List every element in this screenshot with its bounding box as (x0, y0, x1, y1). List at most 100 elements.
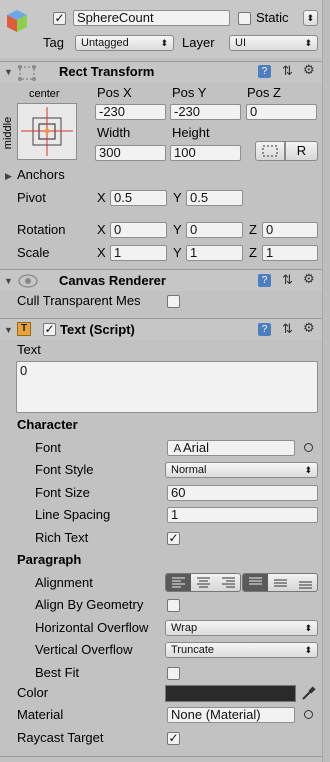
preset-icon[interactable]: ⇅ (282, 64, 293, 78)
horizontal-overflow-dropdown[interactable]: Wrap ⬍ (165, 620, 318, 636)
font-size-field[interactable]: 60 (167, 485, 318, 501)
gear-icon[interactable]: ⚙ (303, 63, 315, 77)
anchors-label[interactable]: Anchors (17, 167, 65, 183)
alignment-group-vertical (242, 573, 318, 592)
help-icon[interactable]: ? (258, 274, 271, 287)
width-label: Width (97, 125, 131, 140)
anchors-fold-arrow[interactable]: ▶ (5, 171, 12, 182)
height-field[interactable]: 100 (170, 145, 241, 161)
align-right-icon (222, 577, 235, 588)
eyedropper-icon[interactable] (300, 685, 316, 702)
pivot-x-label: X (97, 190, 106, 205)
help-icon[interactable]: ? (258, 65, 271, 78)
active-checkbox[interactable]: ✓ (53, 12, 66, 25)
static-label: Static (256, 10, 289, 25)
anchor-vertical-label: middle (2, 116, 15, 150)
rotation-z-label: Z (249, 222, 257, 237)
cull-transparent-checkbox[interactable] (167, 295, 180, 308)
gameobject-name-field[interactable]: SphereCount (73, 10, 230, 26)
material-field[interactable]: None (Material) (167, 707, 295, 723)
cube-icon (7, 10, 27, 32)
scale-y-label: Y (173, 245, 182, 260)
text-label: Text (17, 342, 41, 357)
align-bottom-button[interactable] (293, 574, 317, 591)
scale-z-label: Z (249, 245, 257, 260)
align-by-geometry-label: Align By Geometry (35, 597, 144, 612)
align-center-button[interactable] (191, 574, 216, 591)
align-by-geometry-checkbox[interactable] (167, 599, 180, 612)
blueprint-mode-button[interactable] (255, 141, 285, 161)
height-label: Height (172, 125, 210, 140)
rotation-x-field[interactable]: 0 (110, 222, 167, 238)
raycast-target-checkbox[interactable]: ✓ (167, 732, 180, 745)
scale-x-label: X (97, 245, 106, 260)
align-top-button[interactable] (243, 574, 268, 591)
rect-transform-title: Rect Transform (59, 64, 155, 79)
rotation-x-label: X (97, 222, 106, 237)
scale-z-field[interactable]: 1 (262, 245, 318, 261)
align-bottom-icon (299, 581, 312, 589)
gear-icon[interactable]: ⚙ (303, 321, 315, 335)
raw-edit-button[interactable]: R (285, 141, 318, 161)
static-dropdown[interactable]: ⬍ (303, 10, 318, 26)
layer-label: Layer (182, 35, 215, 50)
best-fit-checkbox[interactable] (167, 667, 180, 680)
pos-y-label: Pos Y (172, 85, 207, 100)
pivot-x-field[interactable]: 0.5 (110, 190, 167, 206)
rect-transform-header[interactable] (0, 61, 322, 83)
align-right-button[interactable] (216, 574, 240, 591)
preset-icon[interactable]: ⇅ (282, 322, 293, 336)
eye-icon (18, 274, 38, 288)
anchor-presets-button[interactable] (17, 103, 77, 160)
static-checkbox[interactable] (238, 12, 251, 25)
rotation-z-field[interactable]: 0 (262, 222, 318, 238)
line-spacing-field[interactable]: 1 (167, 507, 318, 523)
anchor-horizontal-label: center (29, 88, 60, 100)
character-header: Character (17, 417, 78, 432)
line-spacing-label: Line Spacing (35, 507, 111, 522)
text-enabled-checkbox[interactable]: ✓ (43, 323, 56, 336)
align-middle-button[interactable] (268, 574, 293, 591)
inspector-scrollbar[interactable] (322, 0, 330, 762)
pos-y-field[interactable]: -230 (170, 104, 241, 120)
pos-x-field[interactable]: -230 (95, 104, 166, 120)
pos-z-field[interactable]: 0 (246, 104, 317, 120)
help-icon[interactable]: ? (258, 323, 271, 336)
rotation-y-field[interactable]: 0 (186, 222, 243, 238)
material-label: Material (17, 707, 64, 722)
layer-dropdown[interactable]: UI ⬍ (229, 35, 318, 51)
pivot-y-label: Y (173, 190, 182, 205)
text-script-fold-arrow[interactable]: ▼ (4, 325, 13, 335)
rect-transform-fold-arrow[interactable]: ▼ (4, 67, 13, 77)
vertical-overflow-dropdown[interactable]: Truncate ⬍ (165, 642, 318, 658)
scale-x-field[interactable]: 1 (110, 245, 167, 261)
font-field[interactable]: ＡArial (167, 440, 295, 456)
preset-icon[interactable]: ⇅ (282, 273, 293, 287)
alignment-label: Alignment (35, 575, 93, 590)
align-center-icon (197, 577, 210, 588)
font-style-dropdown[interactable]: Normal ⬍ (165, 462, 318, 478)
object-picker-icon[interactable] (304, 443, 313, 452)
tag-dropdown[interactable]: Untagged ⬍ (75, 35, 174, 51)
horizontal-overflow-label: Horizontal Overflow (35, 620, 149, 635)
gear-icon[interactable]: ⚙ (303, 272, 315, 286)
rich-text-checkbox[interactable]: ✓ (167, 532, 180, 545)
text-area[interactable]: 0 (16, 361, 318, 413)
color-label: Color (17, 685, 49, 700)
width-field[interactable]: 300 (95, 145, 166, 161)
pivot-y-field[interactable]: 0.5 (186, 190, 243, 206)
rotation-label: Rotation (17, 222, 66, 237)
font-label: Font (35, 440, 62, 455)
object-picker-icon[interactable] (304, 710, 313, 719)
alignment-group-horizontal (165, 573, 241, 592)
pivot-label: Pivot (17, 190, 46, 205)
rotation-y-label: Y (173, 222, 182, 237)
font-style-label: Font Style (35, 462, 94, 477)
scale-y-field[interactable]: 1 (186, 245, 243, 261)
dashed-rect-icon (262, 145, 278, 157)
raycast-target-label: Raycast Target (17, 730, 104, 745)
canvas-renderer-fold-arrow[interactable]: ▼ (4, 276, 13, 286)
color-swatch[interactable] (165, 685, 296, 702)
align-left-button[interactable] (166, 574, 191, 591)
scale-label: Scale (17, 245, 50, 260)
